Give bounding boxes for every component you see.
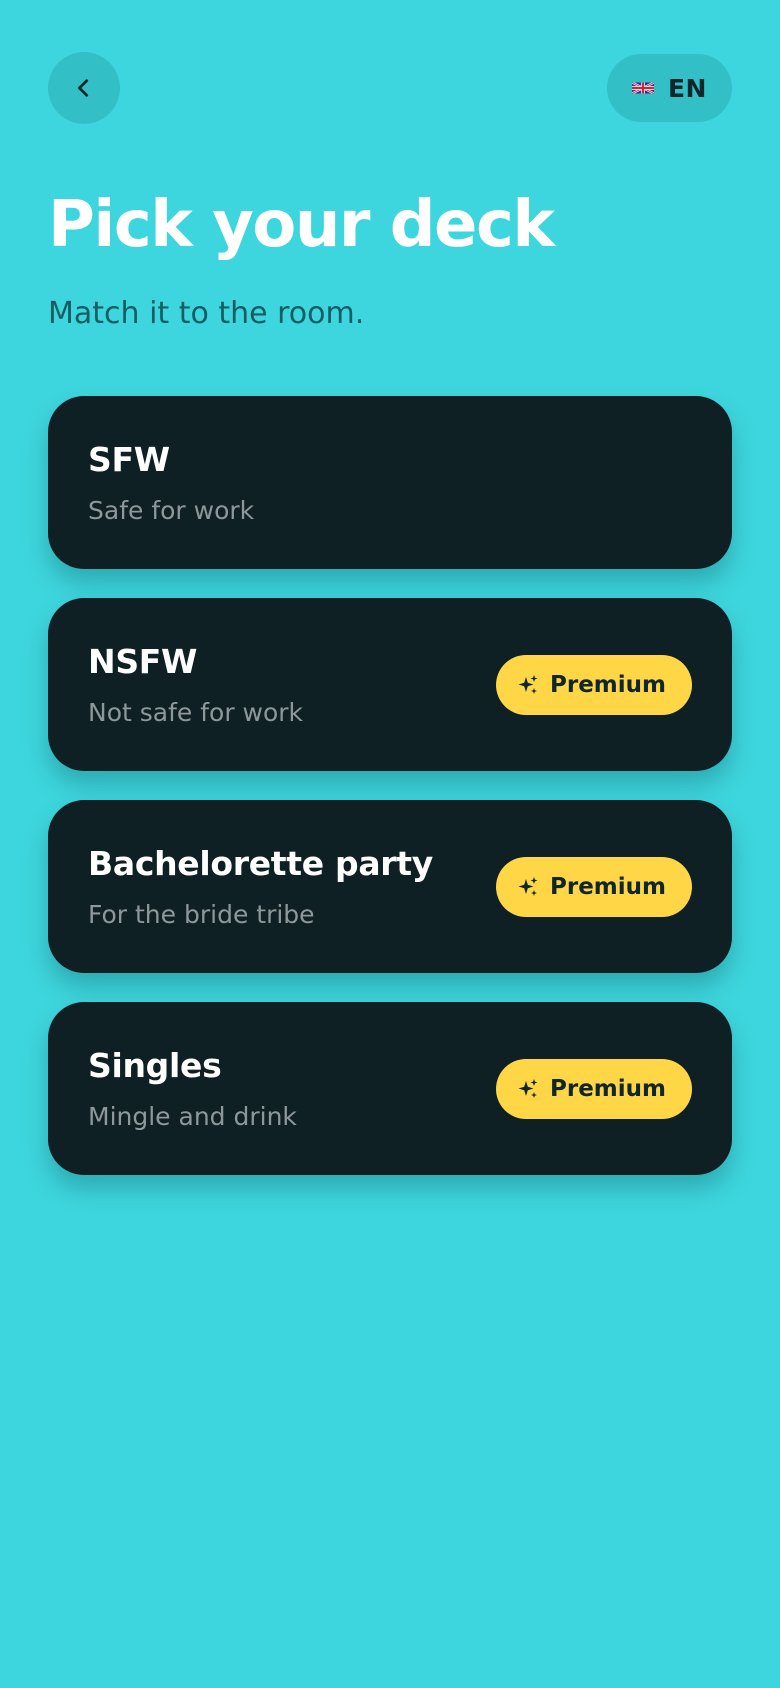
deck-card-sfw[interactable]: SFW Safe for work: [48, 396, 732, 569]
deck-title: Bachelorette party: [88, 844, 433, 883]
deck-card-singles[interactable]: Singles Mingle and drink Premium: [48, 1002, 732, 1175]
premium-badge[interactable]: Premium: [496, 857, 692, 917]
language-code: EN: [667, 73, 707, 103]
sparkles-icon: [518, 675, 538, 694]
deck-subtitle: Not safe for work: [88, 698, 304, 727]
deck-picker-screen: EN Pick your deck Match it to the room. …: [0, 0, 780, 1688]
deck-title: Singles: [88, 1046, 222, 1085]
sparkles-icon: [518, 1079, 538, 1098]
uk-flag-icon: [631, 82, 654, 94]
page-title: Pick your deck: [48, 188, 555, 262]
deck-title: NSFW: [88, 642, 198, 681]
premium-label: Premium: [550, 1076, 666, 1102]
language-button[interactable]: EN: [607, 54, 732, 122]
premium-badge[interactable]: Premium: [496, 1059, 692, 1119]
deck-subtitle: Safe for work: [88, 496, 255, 525]
page-subtitle: Match it to the room.: [48, 296, 365, 331]
deck-card-nsfw[interactable]: NSFW Not safe for work Premium: [48, 598, 732, 771]
sparkles-icon: [518, 877, 538, 896]
premium-badge[interactable]: Premium: [496, 655, 692, 715]
deck-title: SFW: [88, 440, 170, 479]
back-button[interactable]: [48, 52, 120, 124]
deck-list: SFW Safe for work NSFW Not safe for work…: [48, 396, 732, 1204]
deck-subtitle: Mingle and drink: [88, 1102, 297, 1131]
deck-card-bachelorette-party[interactable]: Bachelorette party For the bride tribe P…: [48, 800, 732, 973]
premium-label: Premium: [550, 874, 666, 900]
chevron-left-icon: [78, 79, 89, 97]
deck-subtitle: For the bride tribe: [88, 900, 315, 929]
premium-label: Premium: [550, 672, 666, 698]
